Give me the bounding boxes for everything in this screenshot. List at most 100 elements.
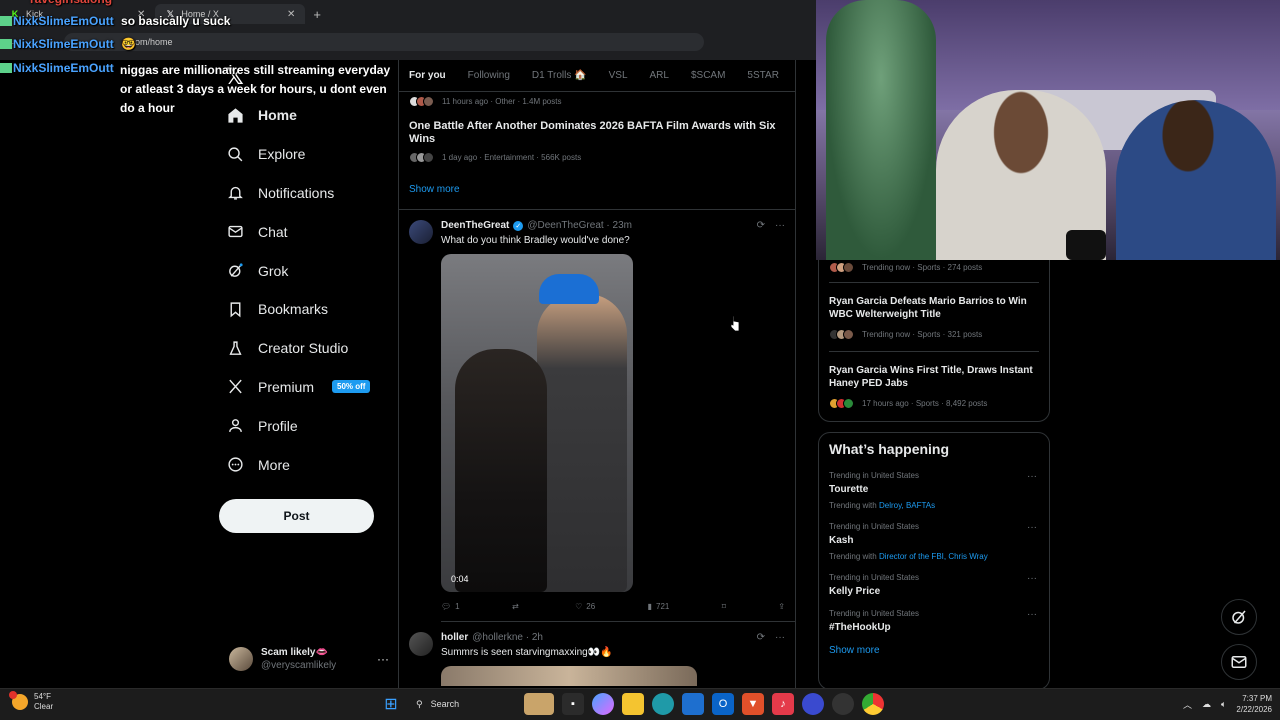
clock[interactable]: 7:37 PM 2/22/2026 <box>1236 693 1272 715</box>
news-avatars <box>829 261 854 273</box>
reply-button[interactable]: 💬︎ 1 <box>441 602 460 611</box>
video-figure-left <box>455 349 547 592</box>
grok-fab-button[interactable] <box>1221 599 1257 635</box>
tab-5star[interactable]: 5STAR <box>747 70 779 81</box>
show-more-link[interactable]: Show more <box>399 166 795 210</box>
trend-meta-row: 1 day ago · Entertainment · 566K posts <box>409 150 785 164</box>
sidebar-item-creator-studio[interactable]: Creator Studio <box>222 329 392 368</box>
trend-with-link[interactable]: Delroy, BAFTAs <box>879 501 935 510</box>
more-icon[interactable]: ··· <box>1027 471 1037 482</box>
tweet-video[interactable]: 0:04 <box>441 254 633 592</box>
trend-item-kash[interactable]: Trending in United States Kash Trending … <box>829 522 1039 561</box>
tab-for-you[interactable]: For you <box>409 70 446 81</box>
more-icon[interactable]: ··· <box>1027 609 1037 620</box>
terminal-icon[interactable]: ▪ <box>562 693 584 715</box>
bookmark-button[interactable]: ⌑ <box>722 602 726 611</box>
more-icon[interactable]: ··· <box>377 652 389 666</box>
webcam-microphone <box>1066 230 1106 260</box>
music-icon[interactable]: ♪ <box>772 693 794 715</box>
trend-meta: 11 hours ago · Other · 1.4M posts <box>442 96 562 106</box>
news-item[interactable]: Ryan Garcia Wins First Title, Draws Inst… <box>829 351 1039 410</box>
trend-item[interactable]: 11 hours ago · Other · 1.4M posts One Ba… <box>399 92 795 166</box>
store-icon[interactable] <box>682 693 704 715</box>
more-icon[interactable]: ··· <box>775 220 785 231</box>
obs-icon[interactable] <box>802 693 824 715</box>
new-tab-button[interactable]: + <box>305 7 329 22</box>
premium-discount-badge: 50% off <box>332 380 371 394</box>
news-meta-row: Trending now · Sports · 274 posts <box>829 260 1039 274</box>
copilot-icon[interactable] <box>592 693 614 715</box>
sidebar-item-more[interactable]: More <box>222 445 392 484</box>
tweet[interactable]: holler @hollerkne · 2h ⟳ ··· Summrs is s… <box>399 622 795 686</box>
outlook-icon[interactable]: O <box>712 693 734 715</box>
more-icon[interactable]: ··· <box>1027 573 1037 584</box>
video-duration: 0:04 <box>451 574 469 584</box>
tab-vsl[interactable]: VSL <box>609 70 628 81</box>
more-icon[interactable]: ··· <box>1027 522 1037 533</box>
tab-arl[interactable]: ARL <box>650 70 669 81</box>
sidebar-item-notifications[interactable]: Notifications <box>222 174 392 213</box>
account-names: Scam likely👄 @veryscamlikely <box>261 646 336 672</box>
account-switcher[interactable]: Scam likely👄 @veryscamlikely ··· <box>229 644 389 674</box>
show-more-link[interactable]: Show more <box>829 645 1039 656</box>
edge-icon[interactable] <box>652 693 674 715</box>
chat-message-text: niggas are millionaires still streaming … <box>120 61 398 118</box>
trend-item-thehookup[interactable]: Trending in United States #TheHookUp ··· <box>829 609 1039 633</box>
trend-item-tourette[interactable]: Trending in United States Tourette Trend… <box>829 471 1039 510</box>
volume-icon[interactable]: 🔈︎ <box>1221 699 1226 710</box>
close-tab-icon[interactable]: ✕ <box>287 9 295 20</box>
sidebar-item-profile[interactable]: Profile <box>222 406 392 445</box>
chevron-up-icon[interactable]: ︿ <box>1183 698 1192 711</box>
trend-item-kelly-price[interactable]: Trending in United States Kelly Price ··… <box>829 573 1039 597</box>
grok-icon[interactable]: ⟳ <box>757 632 765 643</box>
tweet-body: holler @hollerkne · 2h ⟳ ··· Summrs is s… <box>441 632 785 686</box>
trend-with-link[interactable]: Director of the FBI, Chris Wray <box>879 552 988 561</box>
post-button[interactable]: Post <box>219 499 374 533</box>
tweet-author-name[interactable]: DeenTheGreat <box>441 220 509 231</box>
file-explorer-icon[interactable] <box>622 693 644 715</box>
grok-icon[interactable]: ⟳ <box>757 220 765 231</box>
avatar[interactable] <box>409 220 433 244</box>
brave-icon[interactable]: ▼ <box>742 693 764 715</box>
trend-with-prefix: Trending with <box>829 552 877 561</box>
news-title: Ryan Garcia Defeats Mario Barrios to Win… <box>829 296 1027 320</box>
search-icon <box>226 145 244 163</box>
network-icon[interactable]: ☁ <box>1202 699 1211 710</box>
flask-icon <box>226 339 244 357</box>
news-item[interactable]: Ryan Garcia Defeats Mario Barrios to Win… <box>829 282 1039 341</box>
sidebar-item-label: Creator Studio <box>258 340 349 357</box>
tab-d1-trolls[interactable]: D1 Trolls 🏠 <box>532 70 587 81</box>
tab-scam[interactable]: $SCAM <box>691 70 725 81</box>
avatar[interactable] <box>409 632 433 656</box>
windows-taskbar: 54°F Clear ⊞ ⚲ Search ▪ O ▼ ♪ ︿ ☁ 🔈︎ 7:3… <box>0 688 1280 720</box>
repost-icon: ⇄ <box>512 602 519 611</box>
widgets-icon[interactable] <box>524 693 554 715</box>
tweet-author-name[interactable]: holler <box>441 632 468 643</box>
share-button[interactable]: ⇪ <box>778 602 785 611</box>
news-meta: 17 hours ago · Sports · 8,492 posts <box>862 398 988 408</box>
weather-widget[interactable]: 54°F Clear <box>9 691 53 712</box>
tab-following[interactable]: Following <box>468 70 510 81</box>
taskbar-search[interactable]: ⚲ Search <box>410 693 516 715</box>
chat-username: NixkSlimeEmOutt <box>13 37 114 51</box>
tweet-image[interactable] <box>441 666 697 686</box>
windows-start-icon[interactable]: ⊞ <box>380 693 402 715</box>
chat-text: niggas are millionaires still streaming … <box>120 63 391 115</box>
more-icon[interactable]: ··· <box>775 632 785 643</box>
sidebar-item-bookmarks[interactable]: Bookmarks <box>222 290 392 329</box>
like-button[interactable]: ♡ 26 <box>575 602 595 611</box>
sidebar-item-explore[interactable]: Explore <box>222 135 392 174</box>
chrome-icon[interactable] <box>862 693 884 715</box>
steam-icon[interactable] <box>832 693 854 715</box>
news-title: Ryan Garcia Wins First Title, Draws Inst… <box>829 365 1033 389</box>
sidebar-item-chat[interactable]: Chat <box>222 212 392 251</box>
clock-date: 2/22/2026 <box>1236 705 1272 714</box>
messages-fab-button[interactable] <box>1221 644 1257 680</box>
views-button[interactable]: ▮ 721 <box>648 602 670 611</box>
sidebar-item-grok[interactable]: Grok <box>222 251 392 290</box>
repost-button[interactable]: ⇄ <box>512 602 523 611</box>
sidebar-item-premium[interactable]: Premium 50% off <box>222 368 392 407</box>
address-input[interactable]: x.com/home <box>63 33 704 51</box>
tweet-header: holler @hollerkne · 2h ⟳ ··· <box>441 632 785 643</box>
tweet[interactable]: DeenTheGreat ✓ @DeenTheGreat · 23m ⟳ ···… <box>399 210 795 622</box>
